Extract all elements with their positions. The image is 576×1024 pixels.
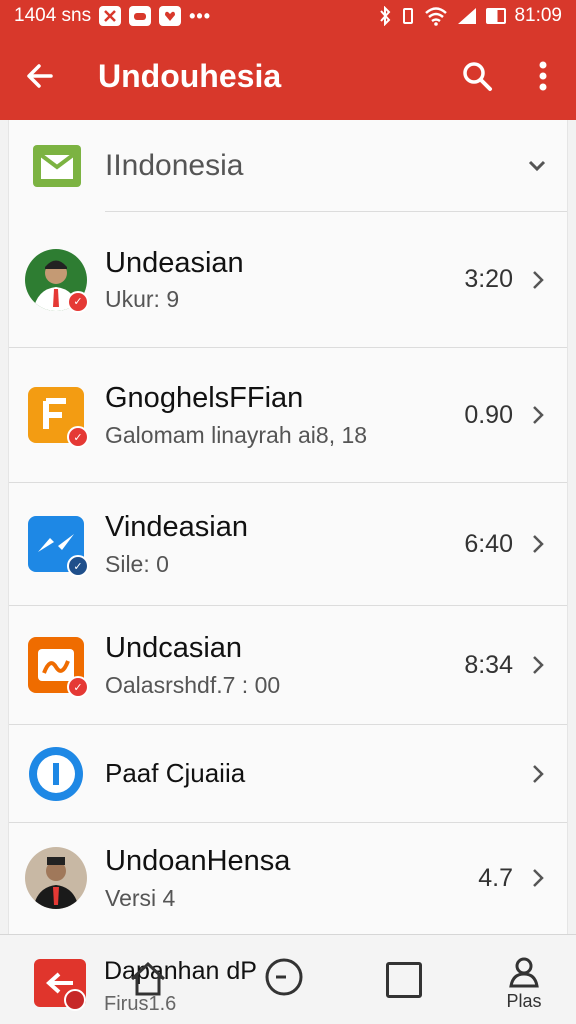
recent-button[interactable] xyxy=(262,955,306,999)
list-item[interactable]: ✓ Vindeasian Sile: 0 6:40 xyxy=(9,483,567,606)
row-text: Undeasian Ukur: 9 xyxy=(105,246,464,314)
battery-icon xyxy=(486,8,507,24)
row-value: 4.7 xyxy=(478,863,513,892)
avatar xyxy=(25,847,87,909)
status-badge xyxy=(64,989,86,1011)
row-title: Undcasian xyxy=(105,632,243,665)
row-value: 6:40 xyxy=(464,529,513,558)
status-time: 81:09 xyxy=(514,5,562,26)
home-icon xyxy=(130,961,166,996)
chevron-right-icon xyxy=(523,405,553,425)
row-title: Paaf Cjuaiia xyxy=(105,757,246,788)
app-bar: Undouhesia xyxy=(0,32,576,120)
list-item[interactable]: Paaf Cjuaiia xyxy=(9,725,567,823)
row-text: Paaf Cjuaiia xyxy=(105,758,523,789)
page-title: Undouhesia xyxy=(98,57,282,94)
overview-square-button[interactable] xyxy=(386,962,422,998)
status-more-icon: ••• xyxy=(189,5,212,26)
bottom-navigation: Dapanhan dP Firus1.6 Plas xyxy=(0,934,576,1024)
search-button[interactable] xyxy=(444,32,510,120)
folder-icon xyxy=(9,145,105,187)
back-button[interactable] xyxy=(0,32,80,120)
chevron-right-icon xyxy=(523,534,553,554)
home-button[interactable] xyxy=(128,959,168,999)
row-value: 3:20 xyxy=(464,265,513,293)
status-left: 1404 sns ••• xyxy=(14,5,211,27)
row-title: Undeasian xyxy=(105,246,244,279)
status-left-text: 1404 sns xyxy=(14,5,92,26)
bottom-title: Dapanhan dP xyxy=(104,957,257,985)
chevron-right-icon xyxy=(523,868,553,888)
row-subtitle: Ukur: 9 xyxy=(105,286,180,313)
clock-icon xyxy=(265,958,303,996)
status-badge: ✓ xyxy=(67,290,89,313)
contact-avatar xyxy=(25,847,87,909)
status-badge: ✓ xyxy=(67,426,89,448)
circle-logo-icon xyxy=(29,746,83,801)
row-title: UndoanHensa xyxy=(105,845,291,878)
more-vert-icon xyxy=(539,61,547,91)
notification-game-icon xyxy=(129,6,152,26)
row-value: 8:34 xyxy=(464,650,513,679)
section-title: IIndonesia xyxy=(105,149,244,182)
row-title: GnoghelsFFian xyxy=(105,382,304,415)
row-text: GnoghelsFFian Galomam linayrah ai8, 18 xyxy=(105,381,464,449)
contact-avatar: ✓ xyxy=(25,248,89,313)
search-icon xyxy=(463,62,492,91)
list-item[interactable]: ✓ Undeasian Ukur: 9 3:20 xyxy=(9,212,567,348)
back-arrow-icon xyxy=(27,64,53,88)
status-badge: ✓ xyxy=(67,555,89,577)
wifi-icon xyxy=(425,7,448,26)
app-icon: ✓ xyxy=(25,634,89,698)
row-subtitle: Versi 4 xyxy=(105,884,176,911)
row-title: Vindeasian xyxy=(105,511,248,544)
row-subtitle: Sile: 0 xyxy=(105,550,169,577)
row-text: Undcasian Oalasrshdf.7 : 00 xyxy=(105,631,464,699)
row-value: 0.90 xyxy=(464,400,513,429)
profile-label: Plas xyxy=(506,991,542,1011)
chevron-right-icon xyxy=(523,764,553,784)
app-icon xyxy=(25,743,87,805)
row-text: Vindeasian Sile: 0 xyxy=(105,510,464,578)
vibrate-icon xyxy=(403,8,414,24)
app-icon: ✓ xyxy=(25,513,89,577)
chevron-right-icon xyxy=(523,655,553,675)
content-list: IIndonesia ✓ Undeasian Ukur: 9 3:20 ✓ Gn… xyxy=(8,120,568,934)
bluetooth-icon xyxy=(380,6,391,26)
profile-icon xyxy=(509,957,539,988)
list-item[interactable]: ✓ GnoghelsFFian Galomam linayrah ai8, 18… xyxy=(9,348,567,483)
profile-button[interactable]: Plas xyxy=(498,955,550,1019)
overflow-menu-button[interactable] xyxy=(510,32,576,120)
chevron-down-icon xyxy=(507,160,567,172)
row-subtitle: Galomam linayrah ai8, 18 xyxy=(105,421,368,448)
notification-x-icon xyxy=(99,6,122,26)
row-subtitle: Oalasrshdf.7 : 00 xyxy=(105,671,281,698)
app-icon: ✓ xyxy=(25,384,89,448)
signal-icon xyxy=(458,8,477,24)
notification-heart-icon xyxy=(159,6,182,26)
app-screen: 1404 sns ••• 81:09 Undouhesia IIndonesia… xyxy=(0,0,576,1024)
chevron-right-icon xyxy=(523,270,553,290)
list-item[interactable]: UndoanHensa Versi 4 4.7 xyxy=(9,823,567,933)
list-item[interactable]: ✓ Undcasian Oalasrshdf.7 : 00 8:34 xyxy=(9,606,567,725)
status-right: 81:09 xyxy=(378,5,562,27)
status-bar: 1404 sns ••• 81:09 xyxy=(0,0,576,32)
status-badge: ✓ xyxy=(67,676,89,698)
row-text: UndoanHensa Versi 4 xyxy=(105,844,478,912)
section-header[interactable]: IIndonesia xyxy=(9,120,567,212)
